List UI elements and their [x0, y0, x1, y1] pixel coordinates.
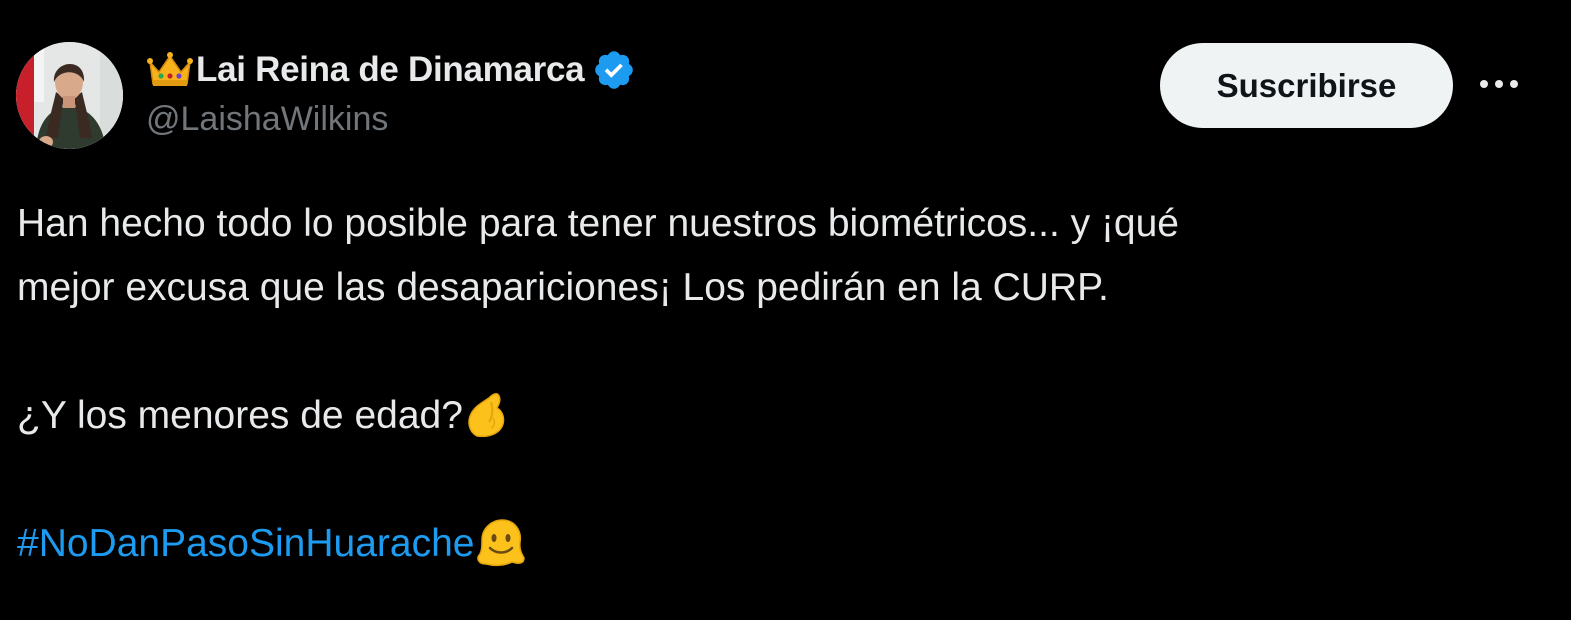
hashtag-link[interactable]: #NoDanPasoSinHuarache	[17, 522, 474, 565]
tweet-question-text: ¿Y los menores de edad?	[17, 394, 463, 437]
author-display-name[interactable]: Lai Reina de Dinamarca	[196, 50, 585, 90]
tweet-question-line: ¿Y los menores de edad?	[17, 384, 1537, 448]
more-options-button[interactable]	[1474, 62, 1524, 110]
tweet-text-line-1: Han hecho todo lo posible para tener nue…	[17, 202, 1180, 245]
more-horizontal-icon	[1478, 77, 1520, 95]
pinching-hand-icon	[463, 388, 515, 440]
avatar[interactable]	[16, 42, 123, 149]
author-handle[interactable]: @LaishaWilkins	[146, 100, 388, 139]
author-name-row[interactable]: Lai Reina de Dinamarca	[146, 46, 636, 94]
tweet-text: Han hecho todo lo posible para tener nue…	[17, 192, 1537, 576]
tweet-hashtag-line: #NoDanPasoSinHuarache	[17, 512, 1537, 576]
crown-icon	[146, 50, 194, 90]
melting-face-icon	[474, 516, 526, 568]
subscribe-button[interactable]: Suscribirse	[1160, 43, 1453, 128]
tweet-card: Lai Reina de Dinamarca @LaishaWilkins Su…	[0, 0, 1571, 620]
verified-icon[interactable]	[592, 48, 636, 92]
tweet-text-line-2: mejor excusa que las desapariciones¡ Los…	[17, 266, 1109, 309]
